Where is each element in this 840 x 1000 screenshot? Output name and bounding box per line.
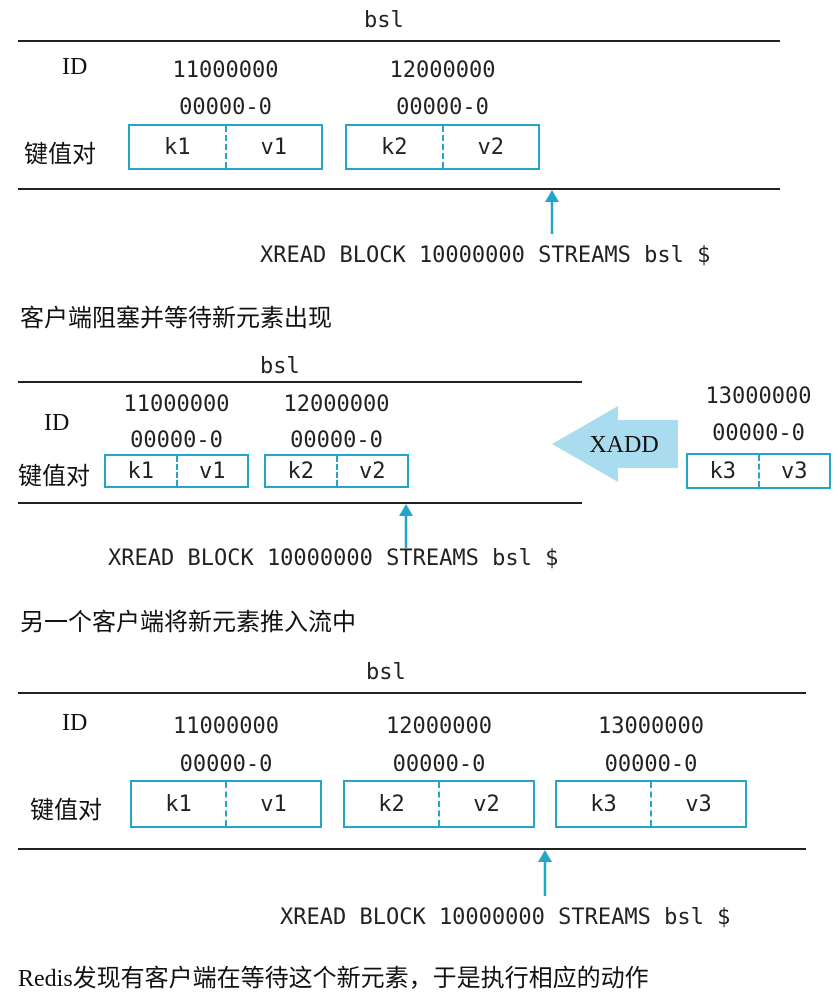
- stream-entry: k1 v1: [128, 124, 323, 170]
- stream-entry: k1 v1: [130, 780, 322, 828]
- entry-key: k2: [347, 126, 444, 168]
- entry-value: v1: [260, 134, 288, 160]
- kv-label: 键值对: [18, 464, 90, 490]
- entry-id-top: 11000000: [173, 714, 279, 739]
- xread-command: XREAD BLOCK 10000000 STREAMS bsl $: [280, 905, 731, 930]
- entry-value: v2: [473, 791, 500, 817]
- entry-id-bottom: 00000-0: [179, 752, 273, 777]
- xread-command: XREAD BLOCK 10000000 STREAMS bsl $: [260, 243, 711, 268]
- stream-entry: k2 v2: [345, 124, 540, 170]
- stream-bottom-line: [18, 848, 806, 850]
- stream-entry: k1 v1: [104, 454, 249, 488]
- stream-bottom-line: [18, 188, 780, 190]
- incoming-id-top: 13000000: [705, 384, 812, 409]
- entry-value: v2: [477, 134, 505, 160]
- stream-top-line: [18, 381, 582, 383]
- panel-caption: 另一个客户端将新元素推入流中: [20, 610, 356, 636]
- entry-id-top: 11000000: [123, 392, 230, 417]
- entry-id-bottom: 00000-0: [604, 752, 698, 777]
- entry-id-bottom: 00000-0: [290, 428, 383, 453]
- entry-key: k3: [688, 455, 760, 487]
- entry-value: v1: [260, 791, 287, 817]
- entry-id-top: 12000000: [283, 392, 390, 417]
- stream-name: bsl: [364, 8, 404, 33]
- cursor-arrow-icon: [545, 190, 559, 234]
- stream-name: bsl: [260, 354, 300, 379]
- xadd-arrow-icon: XADD: [552, 406, 678, 482]
- stream-entry: k2 v2: [343, 780, 535, 828]
- id-label: ID: [62, 710, 88, 736]
- entry-value: v2: [359, 458, 386, 484]
- entry-id-bottom: 00000-0: [179, 95, 272, 120]
- cursor-arrow-icon: [399, 504, 413, 548]
- entry-value: v3: [685, 791, 712, 817]
- entry-id-top: 11000000: [172, 58, 279, 83]
- entry-value: v1: [199, 458, 226, 484]
- entry-key: k1: [106, 456, 178, 486]
- cursor-arrow-icon: [538, 850, 552, 896]
- stream-top-line: [18, 40, 780, 42]
- id-label: ID: [62, 54, 88, 80]
- panel-caption: Redis发现有客户端在等待这个新元素，于是执行相应的动作: [18, 966, 649, 992]
- id-label: ID: [44, 410, 70, 436]
- entry-id-top: 13000000: [598, 714, 704, 739]
- stream-bottom-line: [18, 502, 582, 504]
- kv-label: 键值对: [30, 798, 102, 824]
- entry-id-bottom: 00000-0: [130, 428, 223, 453]
- entry-key: k1: [130, 126, 227, 168]
- xread-command: XREAD BLOCK 10000000 STREAMS bsl $: [108, 546, 559, 571]
- entry-key: k1: [132, 782, 227, 826]
- stream-entry: k3 v3: [555, 780, 747, 828]
- xadd-label: XADD: [589, 432, 658, 458]
- entry-key: k3: [557, 782, 652, 826]
- entry-key: k2: [266, 456, 338, 486]
- entry-id-top: 12000000: [389, 58, 496, 83]
- stream-top-line: [18, 692, 806, 694]
- entry-id-bottom: 00000-0: [396, 95, 489, 120]
- incoming-id-bottom: 00000-0: [712, 421, 805, 446]
- kv-label: 键值对: [24, 142, 96, 168]
- entry-id-top: 12000000: [386, 714, 492, 739]
- entry-value: v3: [781, 458, 808, 484]
- stream-entry: k2 v2: [264, 454, 409, 488]
- entry-key: k2: [345, 782, 440, 826]
- incoming-entry: k3 v3: [686, 453, 831, 489]
- panel-caption: 客户端阻塞并等待新元素出现: [20, 306, 332, 332]
- stream-name: bsl: [366, 660, 406, 685]
- entry-id-bottom: 00000-0: [392, 752, 486, 777]
